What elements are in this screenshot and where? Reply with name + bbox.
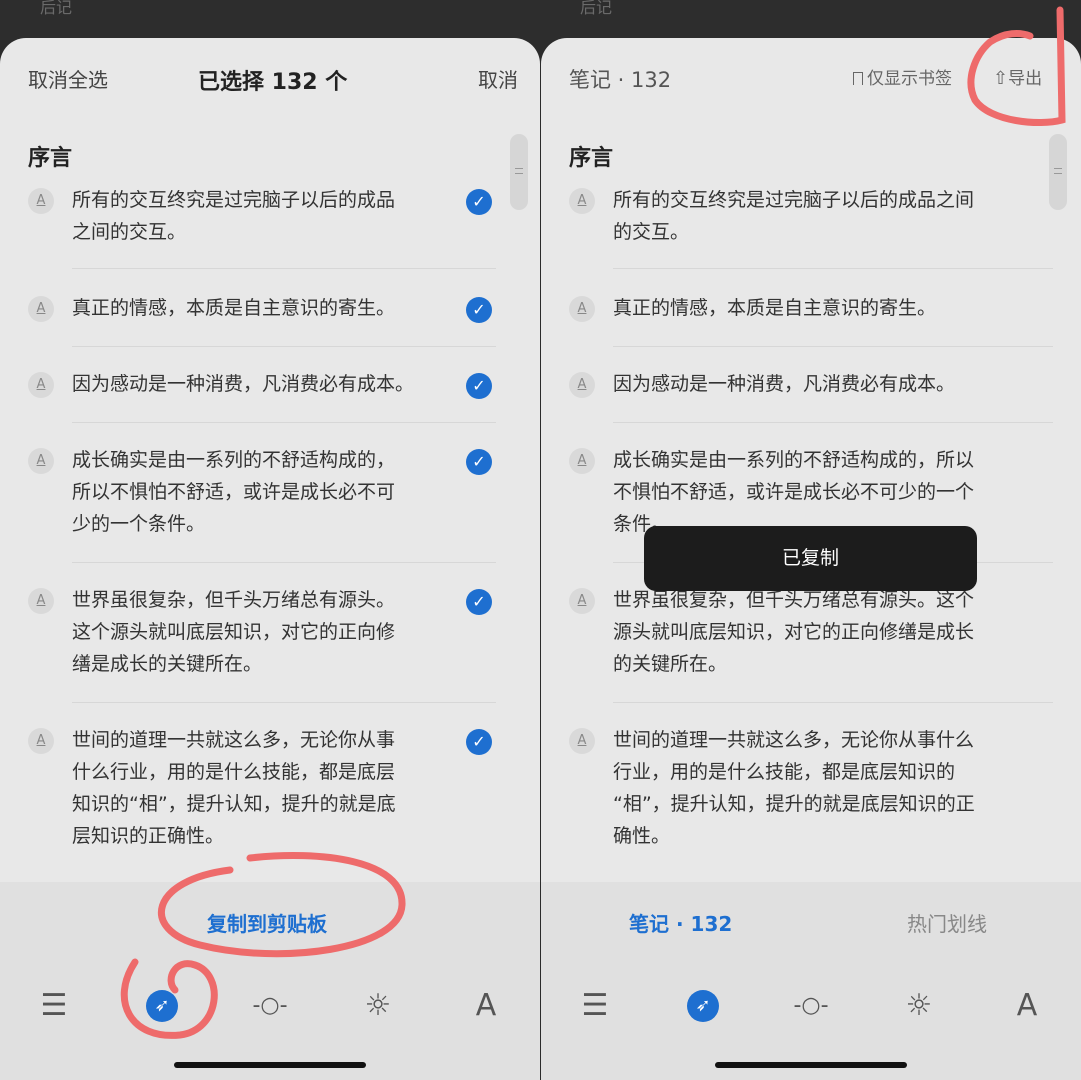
share-icon: ⇧ bbox=[993, 68, 1009, 89]
scroll-handle[interactable] bbox=[1049, 134, 1067, 210]
bookmark-filter-button[interactable]: 仅显示书签 bbox=[853, 64, 952, 89]
scroll-handle[interactable] bbox=[510, 134, 528, 210]
home-indicator bbox=[715, 1062, 907, 1068]
bookmark-icon bbox=[853, 72, 863, 85]
selection-panel: 取消全选 已选择 132 个 取消 序言 A 所有的交互终究是过完脑子以后的成品… bbox=[0, 38, 540, 1080]
brightness-icon[interactable]: ☼ bbox=[358, 986, 398, 1026]
note-text: 世界虽很复杂，但千头万绪总有源头。 这个源头就叫底层知识，对它的正向修 缮是成长… bbox=[72, 589, 396, 675]
divider bbox=[72, 268, 496, 269]
note-text: 真正的情感，本质是自主意识的寄生。 bbox=[613, 297, 937, 319]
highlight-icon: A bbox=[569, 448, 595, 474]
note-text: 成长确实是由一系列的不舒适构成的， 所以不惧怕不舒适，或许是成长必不可 少的一个… bbox=[72, 449, 396, 535]
note-text: 因为感动是一种消费，凡消费必有成本。 bbox=[72, 373, 415, 395]
menu-icon[interactable]: ☰ bbox=[34, 986, 74, 1026]
divider bbox=[72, 346, 496, 347]
selection-count-title: 已选择 132 个 bbox=[198, 70, 348, 95]
divider bbox=[613, 702, 1053, 703]
menu-icon[interactable]: ☰ bbox=[575, 986, 615, 1026]
note-text: 真正的情感，本质是自主意识的寄生。 bbox=[72, 297, 396, 319]
highlight-icon: A bbox=[28, 588, 54, 614]
bookmark-filter-label: 仅显示书签 bbox=[867, 69, 952, 89]
divider bbox=[613, 268, 1053, 269]
highlight-icon: A bbox=[569, 588, 595, 614]
highlight-icon: A bbox=[28, 372, 54, 398]
highlight-icon: A bbox=[569, 372, 595, 398]
top-status-strip: 后记 后记 bbox=[0, 0, 1081, 40]
export-button[interactable]: ⇧导出 bbox=[993, 64, 1042, 89]
deselect-all-button[interactable]: 取消全选 bbox=[28, 64, 108, 93]
note-text: 世间的道理一共就这么多，无论你从事什么 行业，用的是什么技能，都是底层知识的 “… bbox=[613, 729, 975, 847]
highlight-icon: A bbox=[28, 296, 54, 322]
compass-icon[interactable]: ➶ bbox=[687, 990, 719, 1022]
copied-toast: 已复制 bbox=[644, 526, 977, 591]
note-text: 所有的交互终究是过完脑子以后的成品之间 的交互。 bbox=[613, 189, 975, 243]
note-text: 所有的交互终究是过完脑子以后的成品 之间的交互。 bbox=[72, 189, 396, 243]
divider bbox=[72, 702, 496, 703]
notes-title: 笔记 · 132 bbox=[569, 68, 672, 92]
section-title: 序言 bbox=[28, 146, 73, 171]
compass-icon[interactable]: ➶ bbox=[146, 990, 178, 1022]
copy-to-clipboard-button[interactable]: 复制到剪贴板 bbox=[207, 908, 327, 937]
divider bbox=[72, 422, 496, 423]
export-label: 导出 bbox=[1008, 69, 1043, 89]
font-icon[interactable]: A bbox=[466, 986, 506, 1026]
highlight-icon: A bbox=[28, 188, 54, 214]
highlight-icon: A bbox=[569, 188, 595, 214]
section-title: 序言 bbox=[569, 146, 614, 171]
checkmark-icon[interactable]: ✓ bbox=[466, 373, 492, 399]
prev-chapter-label-right: 后记 bbox=[580, 0, 613, 17]
checkmark-icon[interactable]: ✓ bbox=[466, 589, 492, 615]
tab-notes[interactable]: 笔记 · 132 bbox=[629, 908, 732, 937]
selection-header: 取消全选 已选择 132 个 取消 bbox=[0, 38, 540, 118]
note-text: 世间的道理一共就这么多，无论你从事 什么行业，用的是什么技能，都是底层 知识的“… bbox=[72, 729, 396, 847]
highlight-icon: A bbox=[569, 728, 595, 754]
divider bbox=[613, 422, 1053, 423]
notes-bottom-bar: 笔记 · 132 热门划线 ☰ ➶ -○- ☼ A bbox=[541, 882, 1081, 1080]
highlight-icon: A bbox=[28, 448, 54, 474]
notes-header: 笔记 · 132 仅显示书签 ⇧导出 bbox=[541, 38, 1081, 118]
checkmark-icon[interactable]: ✓ bbox=[466, 729, 492, 755]
cancel-button[interactable]: 取消 bbox=[478, 64, 518, 93]
checkmark-icon[interactable]: ✓ bbox=[466, 189, 492, 215]
font-icon[interactable]: A bbox=[1007, 986, 1047, 1026]
progress-icon[interactable]: -○- bbox=[244, 986, 296, 1026]
highlight-icon: A bbox=[28, 728, 54, 754]
tab-hot-highlights[interactable]: 热门划线 bbox=[907, 908, 987, 937]
note-text: 因为感动是一种消费，凡消费必有成本。 bbox=[613, 373, 956, 395]
note-text: 世界虽很复杂，但千头万绪总有源头。这个 源头就叫底层知识，对它的正向修缮是成长 … bbox=[613, 589, 975, 675]
home-indicator bbox=[174, 1062, 366, 1068]
brightness-icon[interactable]: ☼ bbox=[899, 986, 939, 1026]
checkmark-icon[interactable]: ✓ bbox=[466, 449, 492, 475]
checkmark-icon[interactable]: ✓ bbox=[466, 297, 492, 323]
highlight-icon: A bbox=[569, 296, 595, 322]
prev-chapter-label-left: 后记 bbox=[40, 0, 73, 17]
divider bbox=[613, 346, 1053, 347]
divider bbox=[72, 562, 496, 563]
selection-bottom-bar: 复制到剪贴板 ☰ ➶ -○- ☼ A bbox=[0, 882, 540, 1080]
progress-icon[interactable]: -○- bbox=[785, 986, 837, 1026]
